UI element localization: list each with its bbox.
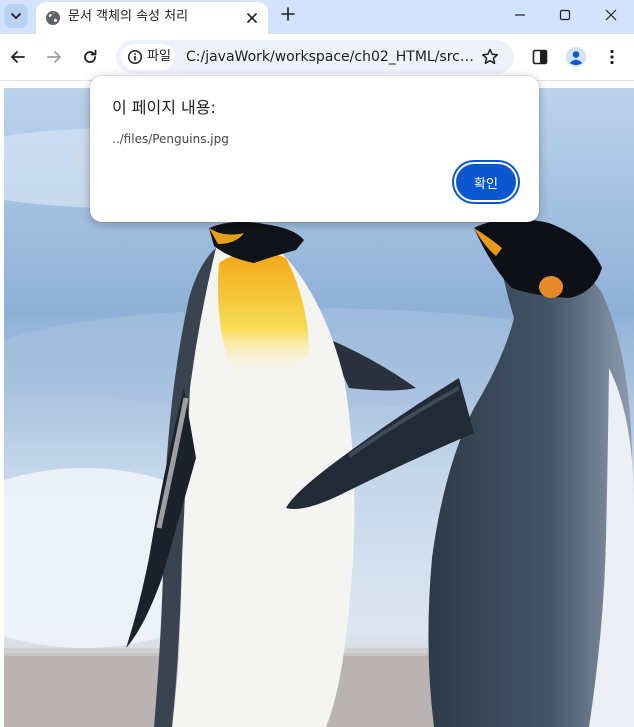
browser-tab[interactable]: 문서 객체의 속성 처리 — [36, 2, 268, 34]
side-panel-button[interactable] — [528, 45, 552, 69]
arrow-left-icon — [11, 51, 25, 63]
site-info-label: 파일 — [147, 49, 171, 64]
arrow-right-icon — [47, 51, 61, 63]
maximize-icon — [559, 9, 571, 21]
alert-dialog: 이 페이지 내용: ../files/Penguins.jpg 확인 — [90, 76, 539, 222]
maximize-button[interactable] — [542, 2, 588, 28]
dialog-message: ../files/Penguins.jpg — [112, 132, 229, 146]
bookmark-star-icon[interactable] — [480, 47, 500, 67]
minimize-icon — [515, 14, 525, 16]
tab-search-button[interactable] — [4, 4, 28, 28]
menu-button[interactable] — [600, 45, 624, 69]
tab-title: 문서 객체의 속성 처리 — [68, 9, 189, 24]
forward-button[interactable] — [42, 45, 66, 69]
more-vertical-icon — [610, 49, 614, 65]
window-close-icon — [605, 9, 617, 21]
chevron-down-icon — [11, 13, 21, 19]
globe-icon — [46, 11, 60, 25]
info-icon — [127, 49, 143, 65]
tab-strip: 문서 객체의 속성 처리 — [0, 0, 634, 34]
reload-icon — [84, 49, 97, 63]
reload-button[interactable] — [78, 45, 102, 69]
close-icon[interactable] — [243, 9, 261, 27]
browser-toolbar: 파일 C:/javaWork/workspace/ch02_HTML/src/m… — [0, 34, 634, 81]
new-tab-icon[interactable] — [278, 4, 298, 24]
window-close-button[interactable] — [588, 2, 634, 28]
address-bar[interactable]: 파일 C:/javaWork/workspace/ch02_HTML/src/m… — [116, 40, 514, 74]
back-button[interactable] — [6, 45, 30, 69]
avatar-icon — [566, 47, 586, 67]
site-info-chip[interactable]: 파일 — [121, 44, 175, 70]
side-panel-icon — [532, 49, 548, 65]
minimize-button[interactable] — [497, 2, 543, 28]
ok-button[interactable]: 확인 — [454, 162, 518, 202]
dialog-title: 이 페이지 내용: — [112, 98, 216, 117]
url-text[interactable]: C:/javaWork/workspace/ch02_HTML/src/mai.… — [186, 49, 476, 65]
profile-button[interactable] — [564, 45, 588, 69]
